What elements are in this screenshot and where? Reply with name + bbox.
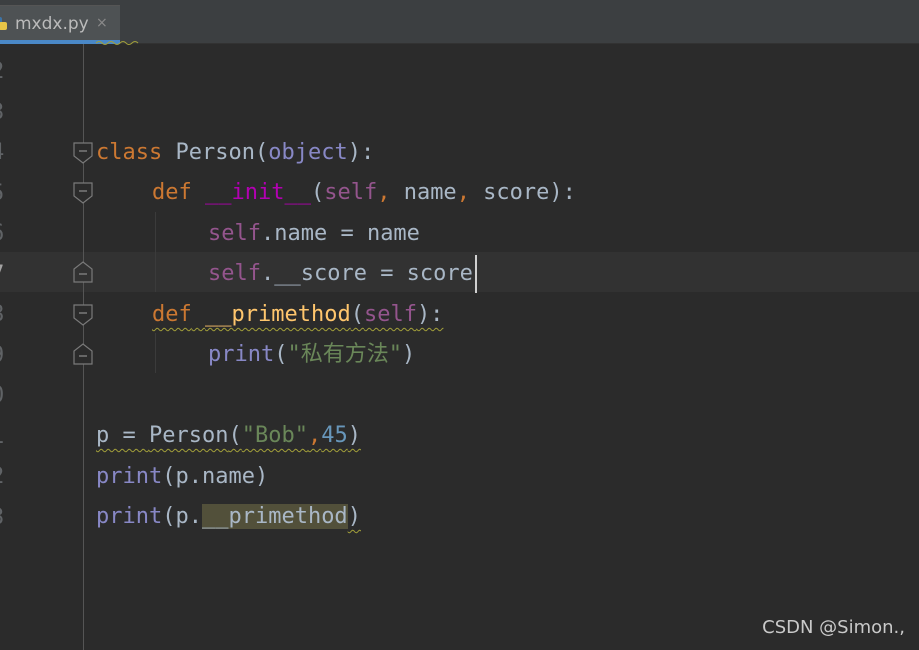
line-number[interactable]: 4	[0, 133, 31, 174]
code-line-12[interactable]: print(p.name)	[96, 457, 268, 497]
code-line-5[interactable]: def __init__(self, name, score):	[152, 173, 576, 213]
line-number[interactable]: 2	[0, 52, 31, 93]
python-file-icon	[0, 17, 7, 30]
watermark: CSDN @Simon.,	[762, 617, 905, 638]
indent-guide	[155, 212, 156, 292]
code-line-13[interactable]: print(p.__primethod)	[96, 497, 361, 537]
code-line-8[interactable]: def __primethod(self):	[152, 295, 443, 335]
fold-end-icon[interactable]	[72, 261, 94, 283]
line-number[interactable]: 5	[0, 174, 31, 215]
tab-mxdx-py[interactable]: mxdx.py ×	[0, 5, 120, 44]
code-line-7[interactable]: self.__score = score	[208, 254, 477, 294]
code-line-11[interactable]: p = Person("Bob",45)	[96, 416, 361, 456]
close-icon[interactable]: ×	[96, 15, 108, 31]
editor-window: mxdx.py × 2 3 4 5 6 7 8 9 0 1 2 3	[0, 0, 919, 650]
code-line-9[interactable]: print("私有方法")	[208, 335, 415, 375]
fold-icon[interactable]	[72, 142, 94, 164]
line-number-gutter: 2 3 4 5 6 7 8 9 0 1 2 3	[0, 52, 31, 538]
line-number[interactable]: 9	[0, 336, 31, 377]
line-number[interactable]: 0	[0, 376, 31, 417]
line-number[interactable]: 3	[0, 498, 31, 539]
fold-icon[interactable]	[72, 182, 94, 204]
line-number[interactable]: 1	[0, 417, 31, 458]
code-line-4[interactable]: class Person(object):	[96, 133, 374, 173]
line-number[interactable]: 8	[0, 295, 31, 336]
editor-tab-bar: mxdx.py ×	[0, 0, 919, 44]
indent-guide	[155, 333, 156, 373]
tab-filename: mxdx.py	[15, 14, 89, 34]
fold-end-icon[interactable]	[72, 343, 94, 365]
warning-squiggle	[96, 41, 139, 45]
line-number[interactable]: 3	[0, 93, 31, 134]
line-number-current[interactable]: 7	[0, 255, 31, 296]
fold-icon[interactable]	[72, 304, 94, 326]
text-caret	[474, 255, 477, 293]
line-number[interactable]: 6	[0, 214, 31, 255]
code-line-6[interactable]: self.name = name	[208, 214, 420, 254]
line-number[interactable]: 2	[0, 457, 31, 498]
highlighted-reference: __primethod	[201, 504, 348, 529]
